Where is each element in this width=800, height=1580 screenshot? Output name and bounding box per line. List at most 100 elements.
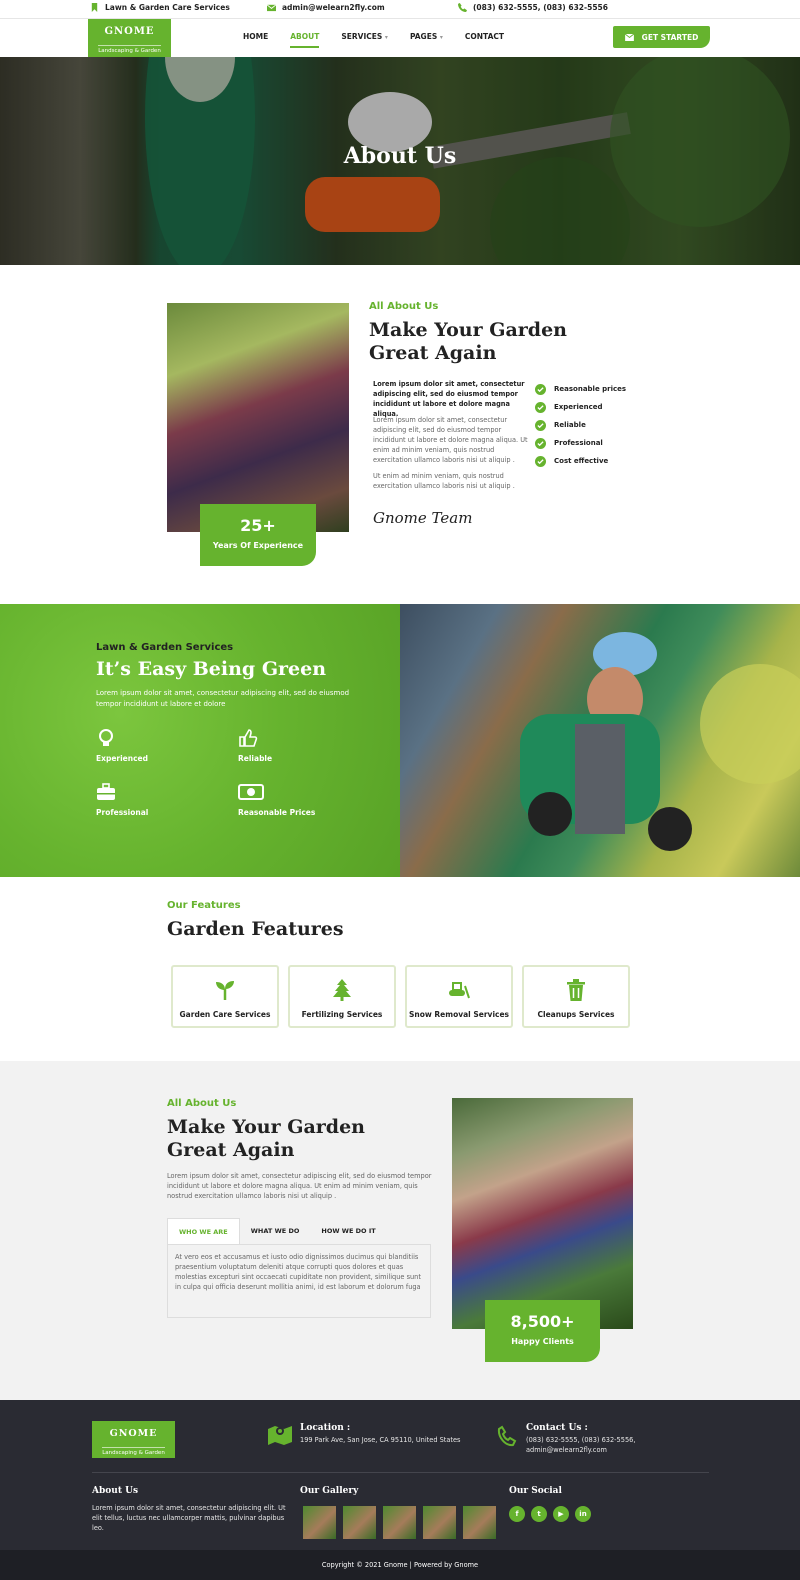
footer-about-title: About Us: [92, 1486, 139, 1496]
top-service: Lawn & Garden Care Services: [90, 3, 230, 12]
gallery-thumb[interactable]: [463, 1506, 496, 1539]
chevron-down-icon: ▾: [384, 34, 388, 41]
check-icon: [535, 437, 546, 449]
trash-icon: [567, 979, 585, 1001]
feature-card[interactable]: Fertilizing Services: [288, 965, 396, 1028]
briefcase-icon: [97, 783, 115, 800]
contact-phone[interactable]: (083) 632-5555, (083) 632-5556,: [526, 1436, 635, 1446]
feature-card[interactable]: Snow Removal Services: [405, 965, 513, 1028]
linkedin-icon[interactable]: in: [575, 1506, 591, 1522]
logo[interactable]: GNOME Landscaping & Garden: [88, 19, 171, 57]
clients-badge: 8,500+ Happy Clients: [485, 1300, 600, 1362]
phone-icon: [497, 1425, 517, 1447]
top-email[interactable]: admin@welearn2fly.com: [267, 3, 385, 12]
top-phone[interactable]: (083) 632-5555, (083) 632-5556: [458, 3, 608, 12]
lightbulb-icon: [99, 729, 113, 746]
snowplow-icon: [449, 982, 470, 999]
tab-who-we-are[interactable]: WHO WE ARE: [167, 1218, 240, 1245]
check-item: Cost effective: [535, 452, 626, 470]
gallery-thumb[interactable]: [303, 1506, 336, 1539]
top-bar: Lawn & Garden Care Services admin@welear…: [0, 0, 800, 19]
nav-pages[interactable]: PAGES ▾: [410, 32, 443, 48]
map-icon: [268, 1426, 292, 1445]
tab-what-we-do[interactable]: WHAT WE DO: [240, 1218, 311, 1245]
thumbs-up-icon: [239, 729, 258, 747]
money-icon: [238, 784, 264, 800]
check-icon: [535, 455, 546, 467]
about-text-1: Lorem ipsum dolor sit amet, consectetur …: [373, 416, 528, 464]
tab-panel: At vero eos et accusamus et iusto odio d…: [167, 1244, 431, 1318]
footer-divider: [92, 1472, 709, 1473]
green-subtitle: Lawn & Garden Services: [96, 642, 234, 653]
gallery-thumb[interactable]: [343, 1506, 376, 1539]
about-title: Make Your Garden Great Again: [369, 319, 567, 364]
feature-experienced: Experienced: [96, 728, 148, 763]
main-nav: HOME ABOUT SERVICES ▾ PAGES ▾ CONTACT: [243, 32, 526, 48]
tab-how-we-do-it[interactable]: HOW WE DO IT: [310, 1218, 386, 1245]
features-kicker: Our Features: [167, 900, 241, 911]
contact-email[interactable]: admin@welearn2fly.com: [526, 1446, 607, 1456]
green-title: It’s Easy Being Green: [96, 658, 327, 680]
phone-icon: [458, 3, 467, 12]
contact-title: Contact Us :: [526, 1423, 588, 1433]
check-icon: [535, 401, 546, 413]
copyright-bar: Copyright © 2021 Gnome | Powered by Gnom…: [0, 1550, 800, 1580]
envelope-icon: [267, 4, 276, 12]
nav-about[interactable]: ABOUT: [290, 32, 320, 48]
check-icon: [535, 383, 546, 395]
about2-title: Make Your Garden Great Again: [167, 1116, 365, 1161]
tab-bar: WHO WE ARE WHAT WE DO HOW WE DO IT: [167, 1218, 387, 1245]
nav-services[interactable]: SERVICES ▾: [341, 32, 388, 48]
check-list: Reasonable prices Experienced Reliable P…: [535, 380, 626, 470]
about-kicker: All About Us: [369, 301, 439, 312]
social-links: f t ▶ in: [509, 1506, 591, 1522]
site-header: GNOME Landscaping & Garden HOME ABOUT SE…: [0, 19, 800, 57]
features-title: Garden Features: [167, 918, 344, 940]
signature: Gnome Team: [373, 509, 473, 527]
bookmark-icon: [91, 3, 98, 12]
green-section: Lawn & Garden Services It’s Easy Being G…: [0, 604, 400, 877]
features-cards: Garden Care Services Fertilizing Service…: [171, 965, 630, 1028]
footer-about-text: Lorem ipsum dolor sit amet, consectetur …: [92, 1504, 286, 1532]
about-tabs-section: [0, 1061, 800, 1400]
green-text: Lorem ipsum dolor sit amet, consectetur …: [96, 689, 350, 708]
gallery-title: Our Gallery: [300, 1486, 359, 1496]
tree-icon: [333, 979, 351, 1001]
about2-kicker: All About Us: [167, 1098, 237, 1109]
feature-card[interactable]: Garden Care Services: [171, 965, 279, 1028]
couple-photo: [452, 1098, 633, 1329]
feature-prices: Reasonable Prices: [238, 782, 315, 817]
about2-text: Lorem ipsum dolor sit amet, consectetur …: [167, 1172, 432, 1200]
get-started-button[interactable]: GET STARTED: [613, 26, 710, 48]
location-title: Location :: [300, 1423, 351, 1433]
check-item: Reasonable prices: [535, 380, 626, 398]
hero-banner: About Us: [0, 57, 800, 265]
chevron-down-icon: ▾: [439, 34, 443, 41]
gardeners-photo: [167, 303, 349, 532]
about-lead: Lorem ipsum dolor sit amet, consectetur …: [373, 380, 525, 418]
check-item: Professional: [535, 434, 626, 452]
page-title: About Us: [343, 143, 457, 169]
nav-home[interactable]: HOME: [243, 32, 268, 48]
feature-reliable: Reliable: [238, 728, 272, 763]
sprout-icon: [216, 981, 234, 1000]
gallery-thumb[interactable]: [383, 1506, 416, 1539]
envelope-icon: [624, 33, 634, 41]
gallery: [303, 1506, 496, 1539]
feature-card[interactable]: Cleanups Services: [522, 965, 630, 1028]
gallery-thumb[interactable]: [423, 1506, 456, 1539]
experience-badge: 25+ Years Of Experience: [200, 504, 316, 566]
check-item: Experienced: [535, 398, 626, 416]
about-text-2: Ut enim ad minim veniam, quis nostrud ex…: [373, 472, 515, 490]
check-item: Reliable: [535, 416, 626, 434]
youtube-icon[interactable]: ▶: [553, 1506, 569, 1522]
gardener-photo: [400, 604, 800, 877]
footer-logo[interactable]: GNOME Landscaping & Garden: [92, 1421, 175, 1458]
location-text: 199 Park Ave, San Jose, CA 95110, United…: [300, 1436, 461, 1444]
feature-professional: Professional: [96, 782, 148, 817]
check-icon: [535, 419, 546, 431]
social-title: Our Social: [509, 1486, 562, 1496]
nav-contact[interactable]: CONTACT: [465, 32, 504, 48]
twitter-icon[interactable]: t: [531, 1506, 547, 1522]
facebook-icon[interactable]: f: [509, 1506, 525, 1522]
